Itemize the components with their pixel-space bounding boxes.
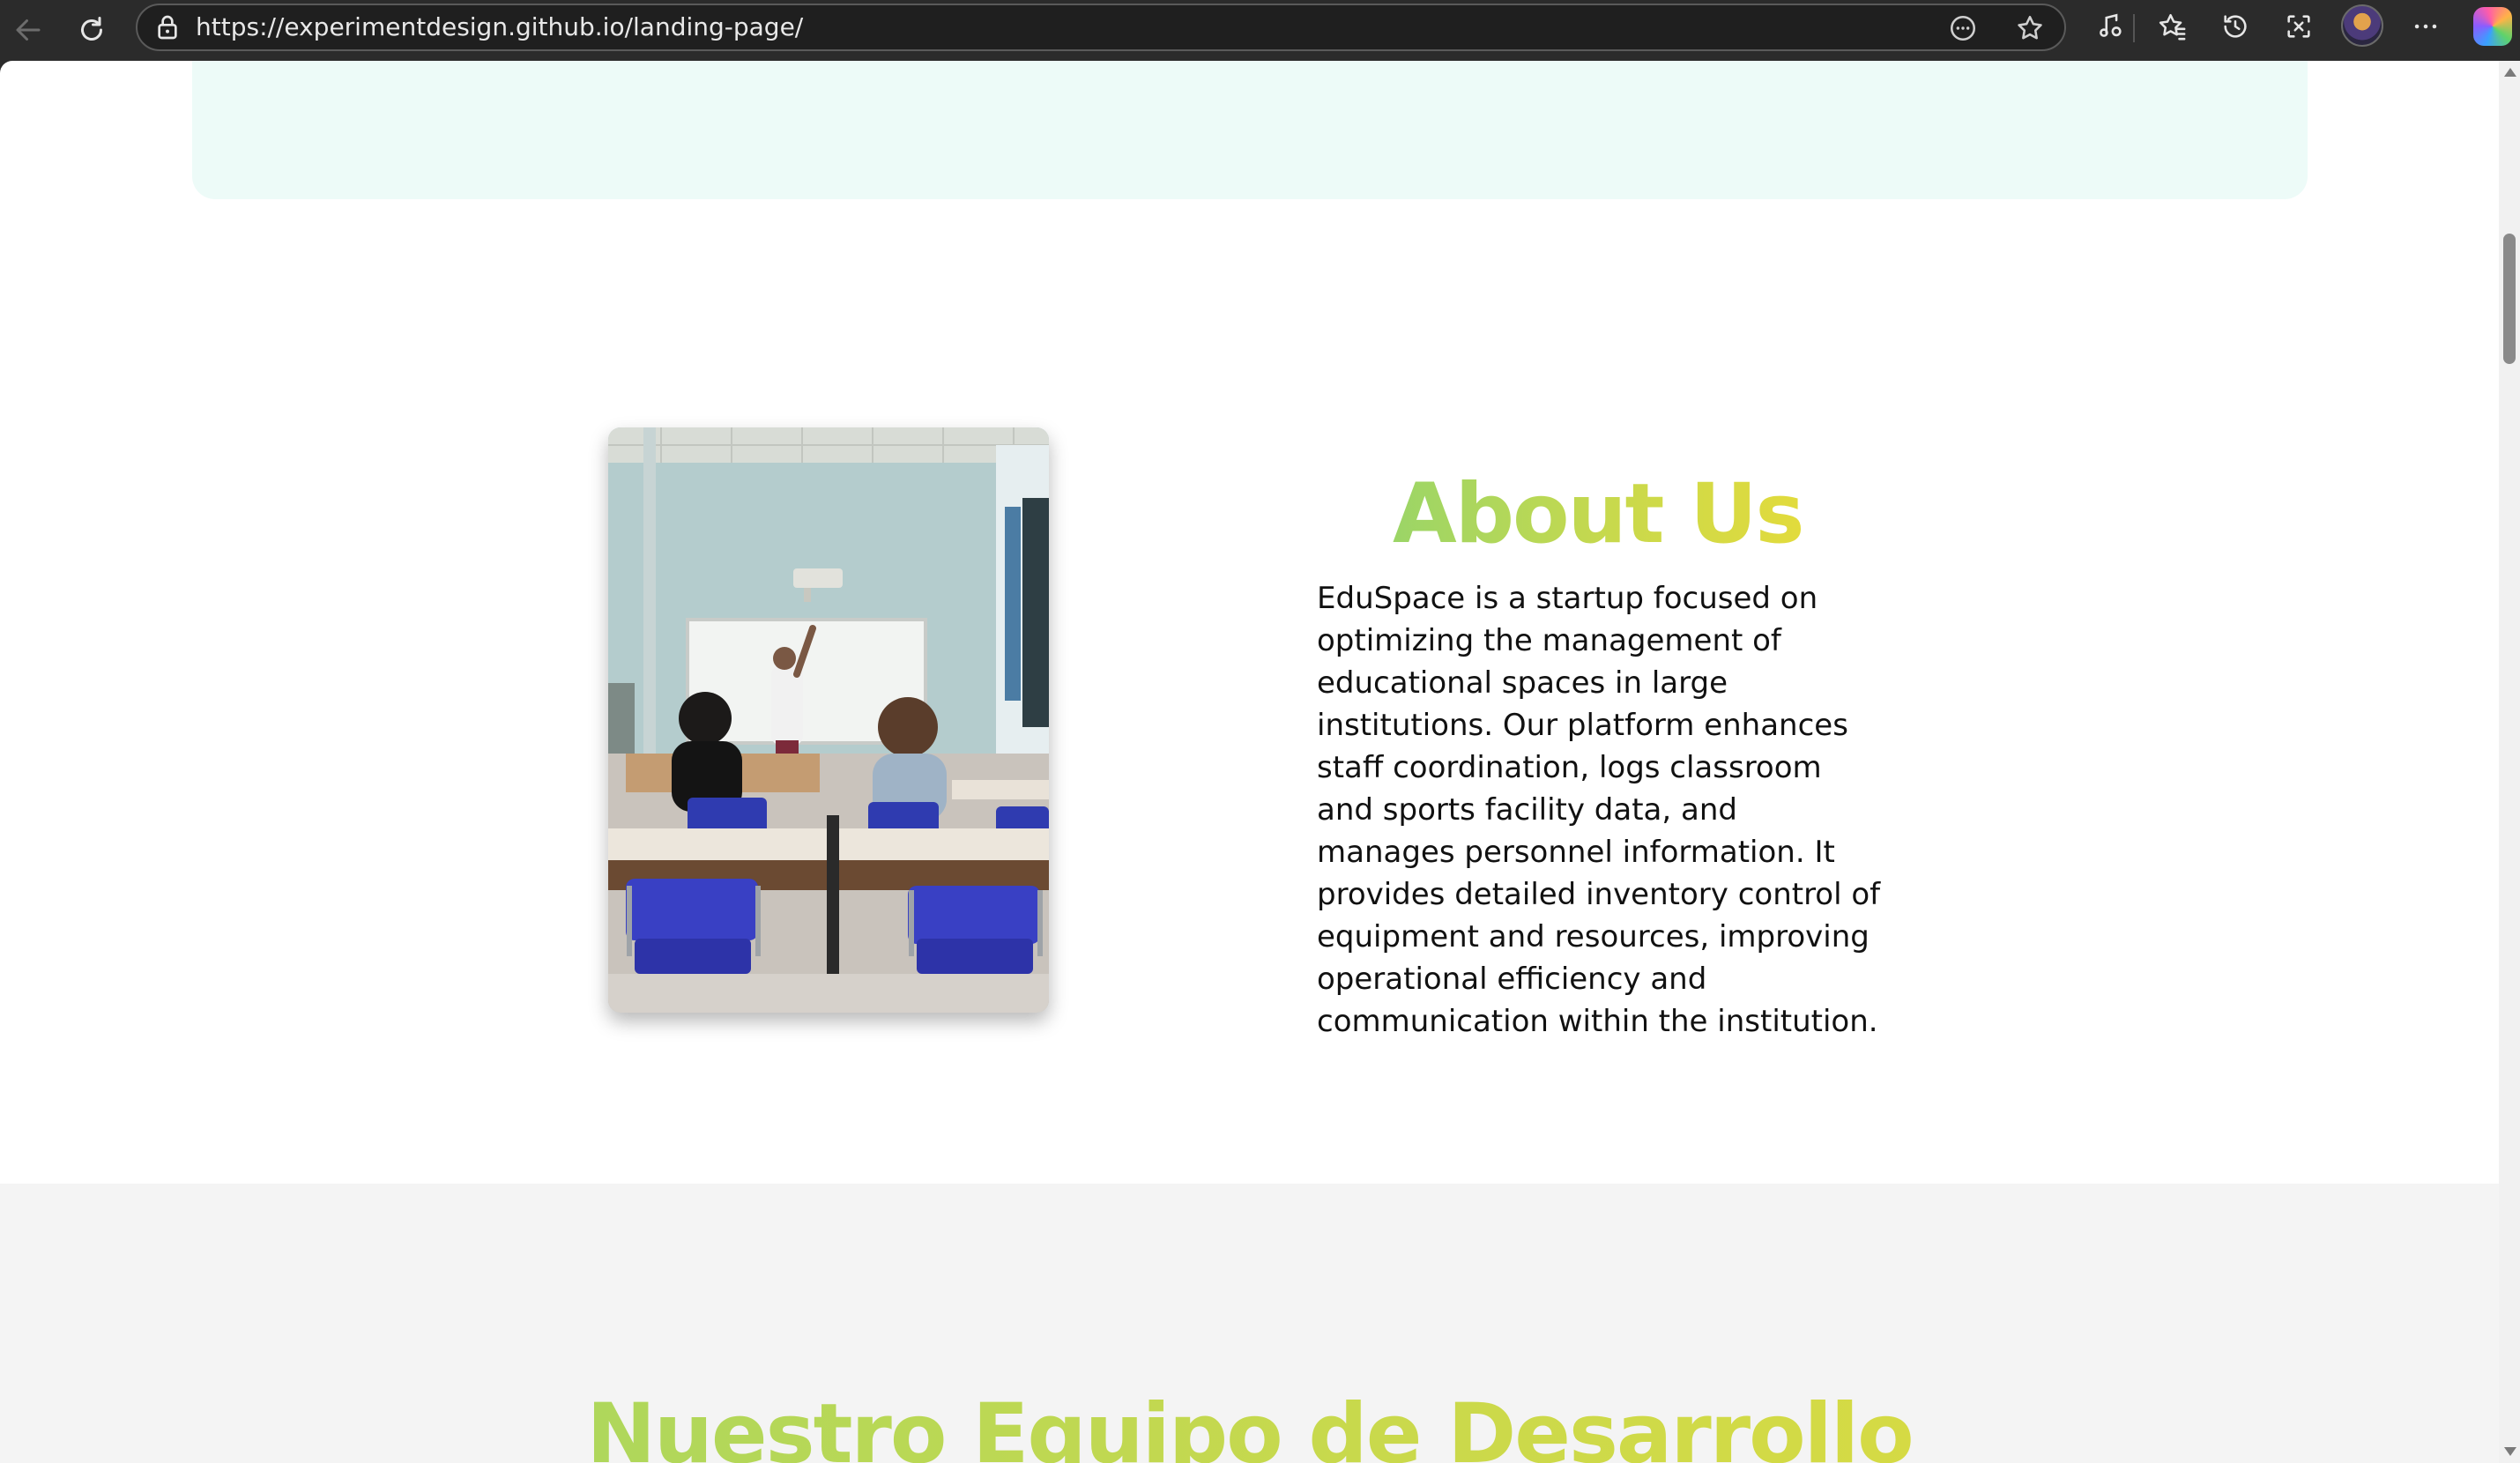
favorite-star-icon[interactable] xyxy=(2015,13,2045,43)
copilot-icon[interactable] xyxy=(2473,7,2512,46)
media-control-icon[interactable] xyxy=(2093,9,2128,44)
screenshot-icon[interactable] xyxy=(2281,9,2316,44)
hero-card xyxy=(192,61,2308,199)
about-title: About Us xyxy=(1393,466,1804,562)
read-aloud-icon[interactable] xyxy=(1948,13,1978,43)
more-options-icon[interactable] xyxy=(2408,9,2443,44)
lock-icon[interactable] xyxy=(153,13,182,41)
history-icon[interactable] xyxy=(2218,9,2253,44)
profile-avatar[interactable] xyxy=(2341,4,2383,47)
browser-toolbar: https://experimentdesign.github.io/landi… xyxy=(0,0,2520,61)
scroll-thumb[interactable] xyxy=(2503,234,2516,364)
favorites-icon[interactable] xyxy=(2154,9,2189,44)
classroom-photo xyxy=(608,427,1049,1013)
team-section: Nuestro Equipo de Desarrollo xyxy=(0,1184,2499,1463)
reload-icon[interactable] xyxy=(69,7,115,53)
vertical-scrollbar[interactable] xyxy=(2499,61,2520,1463)
address-divider xyxy=(2133,14,2135,42)
team-title: Nuestro Equipo de Desarrollo xyxy=(0,1386,2499,1463)
page-viewport: About Us EduSpace is a startup focused o… xyxy=(0,61,2499,1463)
address-bar[interactable]: https://experimentdesign.github.io/landi… xyxy=(136,4,2135,51)
scroll-up-arrow-icon[interactable] xyxy=(2504,68,2516,77)
url-text[interactable]: https://experimentdesign.github.io/landi… xyxy=(196,13,803,41)
scroll-down-arrow-icon[interactable] xyxy=(2504,1447,2516,1456)
about-paragraph: EduSpace is a startup focused on optimiz… xyxy=(1317,581,1881,1039)
back-arrow-icon[interactable] xyxy=(5,7,51,53)
